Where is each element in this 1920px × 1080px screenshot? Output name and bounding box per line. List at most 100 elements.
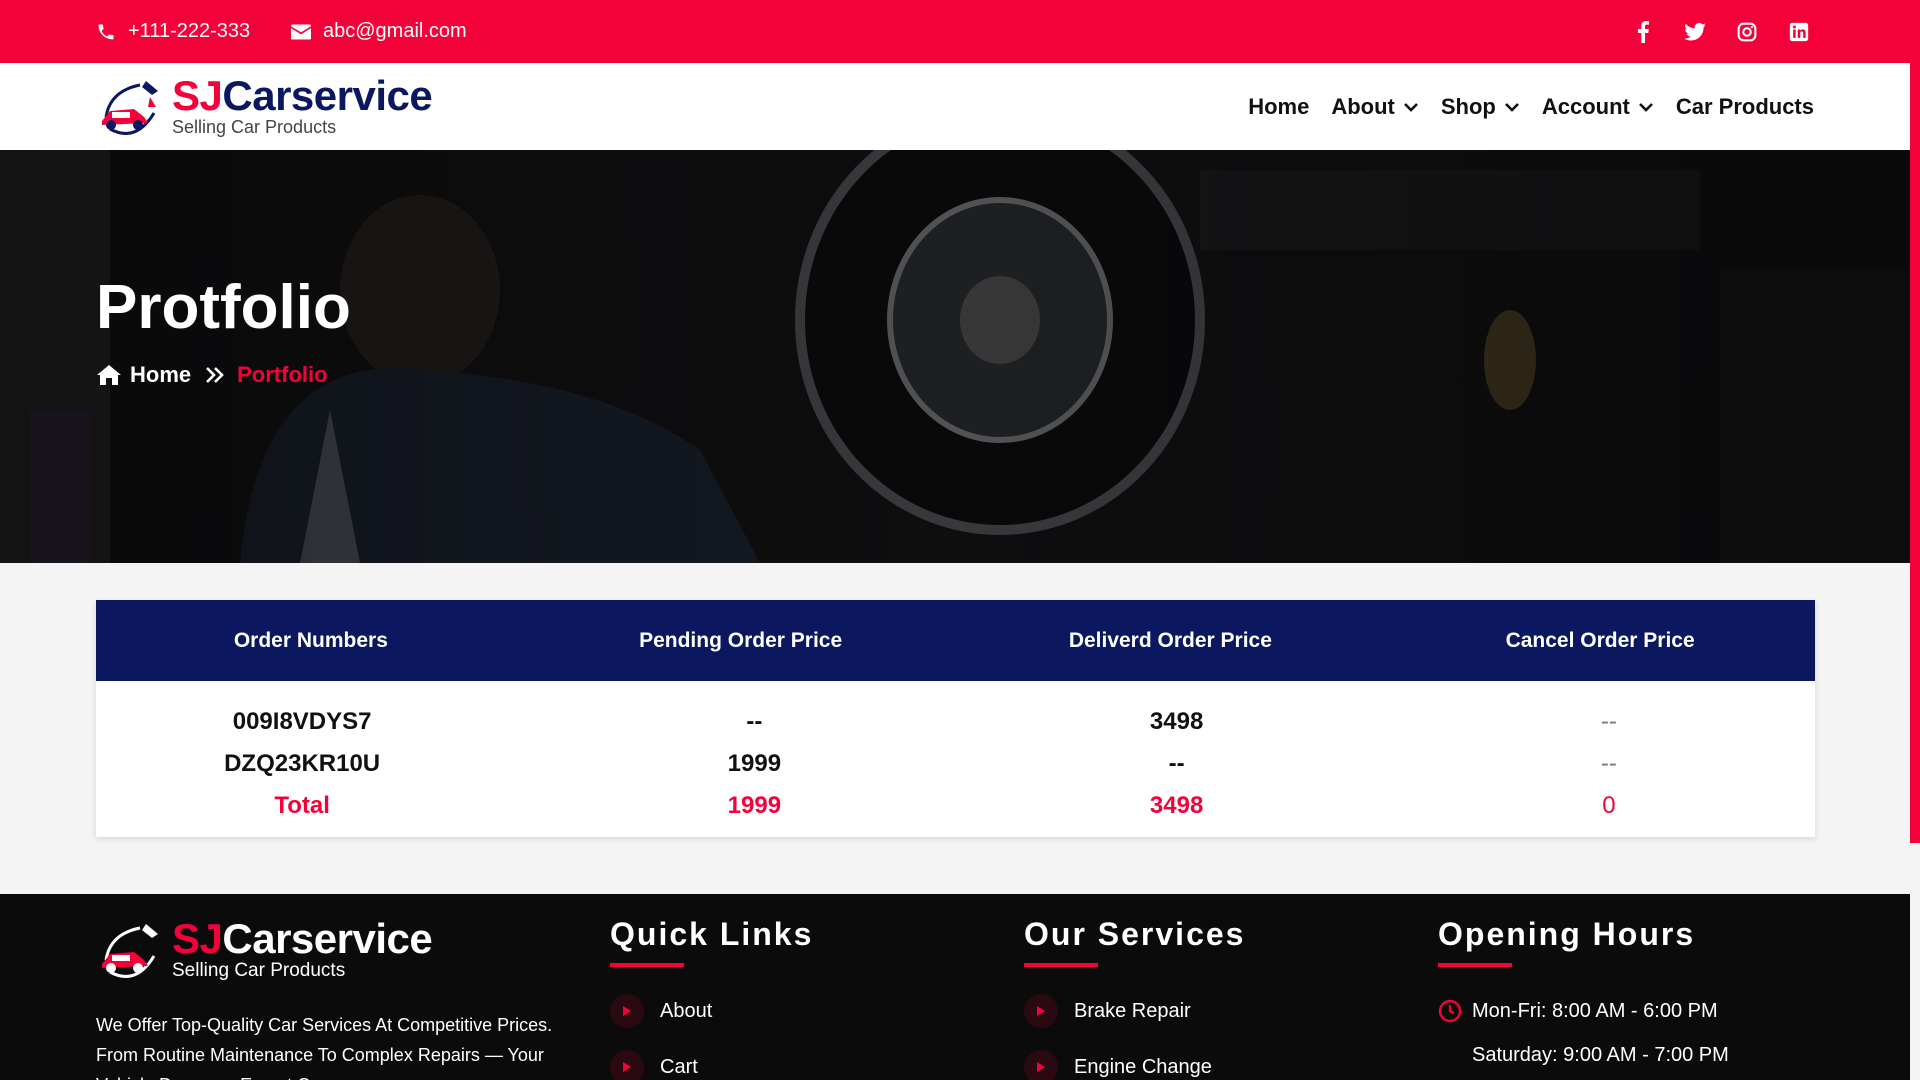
main-content: Order Numbers Pending Order Price Delive… — [0, 563, 1910, 894]
footer-logo-text: SJCarservice Selling Car Products — [172, 915, 433, 986]
nav-account[interactable]: Account — [1542, 94, 1654, 120]
chevron-down-icon — [1638, 102, 1653, 112]
footer-link-about[interactable]: About — [610, 994, 813, 1028]
chevron-down-icon — [1504, 102, 1519, 112]
footer-brand-name: SJCarservice — [172, 915, 433, 962]
nav-car-products-label: Car Products — [1675, 93, 1814, 119]
chevron-down-icon — [1403, 102, 1418, 112]
order-number-cell: 009I8VDYS7 — [232, 708, 372, 735]
banner-overlay — [0, 150, 1910, 563]
title-underline — [1438, 963, 1512, 967]
nav-car-products[interactable]: Car Products — [1676, 94, 1814, 120]
footer-services: Our Services Brake Repair Engine Change — [1024, 916, 1245, 1080]
car-logo-icon — [102, 924, 158, 978]
footer-quick-links: Quick Links About Cart — [610, 916, 813, 1080]
top-bar: +111-222-333 abc@gmail.com — [0, 0, 1920, 63]
column-header-cancel-price: Cancel Order Price — [1505, 628, 1695, 652]
cancel-price-cell: -- — [1600, 708, 1617, 735]
delivered-price-cell: 3498 — [1149, 708, 1204, 735]
brand-name-part2: Carservice — [222, 72, 433, 119]
nav-about[interactable]: About — [1331, 94, 1419, 120]
site-footer: SJCarservice Selling Car Products We Off… — [0, 894, 1910, 1080]
footer-service-brake-repair-label: Brake Repair — [1074, 999, 1191, 1022]
logo-text: SJCarservice Selling Car Products — [172, 72, 433, 138]
total-label-cell: Total — [274, 792, 330, 819]
footer-service-brake-repair[interactable]: Brake Repair — [1024, 994, 1245, 1028]
footer-brand-tagline: Selling Car Products — [172, 960, 346, 981]
page-banner: Protfolio Home Portfolio — [0, 150, 1910, 563]
phone-icon — [98, 24, 114, 39]
hours-weekdays-text: Mon-Fri: 8:00 AM - 6:00 PM — [1472, 999, 1718, 1022]
nav-account-label: Account — [1541, 93, 1630, 119]
total-delivered-cell: 3498 — [1149, 792, 1204, 819]
play-icon — [1024, 1050, 1058, 1080]
brand-tagline: Selling Car Products — [172, 117, 337, 137]
footer-link-cart-label: Cart — [660, 1055, 698, 1078]
nav-about-label: About — [1331, 93, 1395, 119]
delivered-price-cell: -- — [1168, 750, 1185, 777]
pending-price-cell: -- — [746, 708, 763, 735]
column-header-pending-price: Pending Order Price — [639, 628, 843, 652]
table-total-row: Total 1999 3498 0 — [96, 785, 1815, 827]
play-icon — [610, 1050, 644, 1080]
footer-service-engine-change[interactable]: Engine Change — [1024, 1050, 1245, 1080]
page-title: Protfolio — [96, 273, 351, 342]
clock-icon — [1438, 999, 1462, 1023]
play-icon — [610, 994, 644, 1028]
page-scrollbar[interactable] — [1910, 63, 1920, 843]
footer-service-engine-change-label: Engine Change — [1074, 1055, 1212, 1078]
hours-title: Opening Hours — [1438, 916, 1696, 952]
table-row: 009I8VDYS7 -- 3498 -- — [96, 701, 1815, 743]
nav-shop-label: Shop — [1440, 93, 1496, 119]
footer-logo[interactable]: SJCarservice Selling Car Products — [96, 915, 433, 986]
table-body: 009I8VDYS7 -- 3498 -- DZQ23KR10U 1999 --… — [96, 681, 1815, 837]
title-underline — [1024, 963, 1098, 967]
quick-links-title: Quick Links — [610, 916, 814, 952]
hours-weekdays: Mon-Fri: 8:00 AM - 6:00 PM — [1438, 997, 1729, 1025]
footer-opening-hours: Opening Hours Mon-Fri: 8:00 AM - 6:00 PM… — [1438, 916, 1729, 1080]
phone-number: +111-222-333 — [128, 20, 251, 42]
email-contact[interactable]: abc@gmail.com — [291, 0, 467, 63]
double-chevron-right-icon — [206, 367, 224, 383]
breadcrumb-current: Portfolio — [237, 362, 328, 387]
nav-home[interactable]: Home — [1248, 94, 1309, 120]
services-title: Our Services — [1024, 916, 1246, 952]
linkedin-icon[interactable] — [1788, 21, 1810, 43]
site-logo[interactable]: SJCarservice Selling Car Products — [96, 72, 433, 143]
envelope-icon — [291, 24, 311, 39]
site-header: SJCarservice Selling Car Products Home A… — [0, 63, 1910, 150]
title-underline — [610, 963, 684, 967]
facebook-icon[interactable] — [1632, 20, 1654, 43]
orders-table: Order Numbers Pending Order Price Delive… — [96, 600, 1815, 837]
column-header-delivered-price: Deliverd Order Price — [1068, 628, 1272, 652]
brand-name-part1: SJ — [172, 72, 223, 119]
twitter-icon[interactable] — [1684, 21, 1706, 43]
phone-contact[interactable]: +111-222-333 — [96, 0, 250, 63]
breadcrumb-home[interactable]: Home — [130, 362, 191, 388]
total-cancel-cell: 0 — [1602, 792, 1616, 819]
cancel-price-cell: -- — [1600, 750, 1617, 777]
instagram-icon[interactable] — [1736, 21, 1758, 43]
pending-price-cell: 1999 — [727, 750, 782, 777]
footer-link-cart[interactable]: Cart — [610, 1050, 813, 1080]
column-header-order-numbers: Order Numbers — [233, 628, 388, 652]
hours-saturday-text: Saturday: 9:00 AM - 7:00 PM — [1472, 1043, 1729, 1066]
nav-home-label: Home — [1248, 93, 1310, 119]
play-icon — [1024, 994, 1058, 1028]
total-pending-cell: 1999 — [727, 792, 782, 819]
footer-link-about-label: About — [660, 999, 713, 1022]
car-logo-icon — [102, 81, 158, 135]
brand-name: SJCarservice — [172, 72, 433, 119]
table-header: Order Numbers Pending Order Price Delive… — [96, 600, 1815, 681]
hours-saturday: Saturday: 9:00 AM - 7:00 PM — [1438, 1041, 1729, 1069]
footer-brand-name-part2: Carservice — [222, 915, 433, 962]
social-links — [1632, 0, 1810, 63]
breadcrumb: Home Portfolio — [96, 362, 328, 388]
footer-description: We Offer Top-Quality Car Services At Com… — [96, 1015, 553, 1080]
main-nav: Home About Shop Account Car Products — [1248, 63, 1814, 150]
home-icon — [97, 365, 121, 385]
footer-brand-name-part1: SJ — [172, 915, 223, 962]
order-number-cell: DZQ23KR10U — [224, 750, 381, 777]
email-address: abc@gmail.com — [323, 20, 467, 42]
nav-shop[interactable]: Shop — [1441, 94, 1520, 120]
